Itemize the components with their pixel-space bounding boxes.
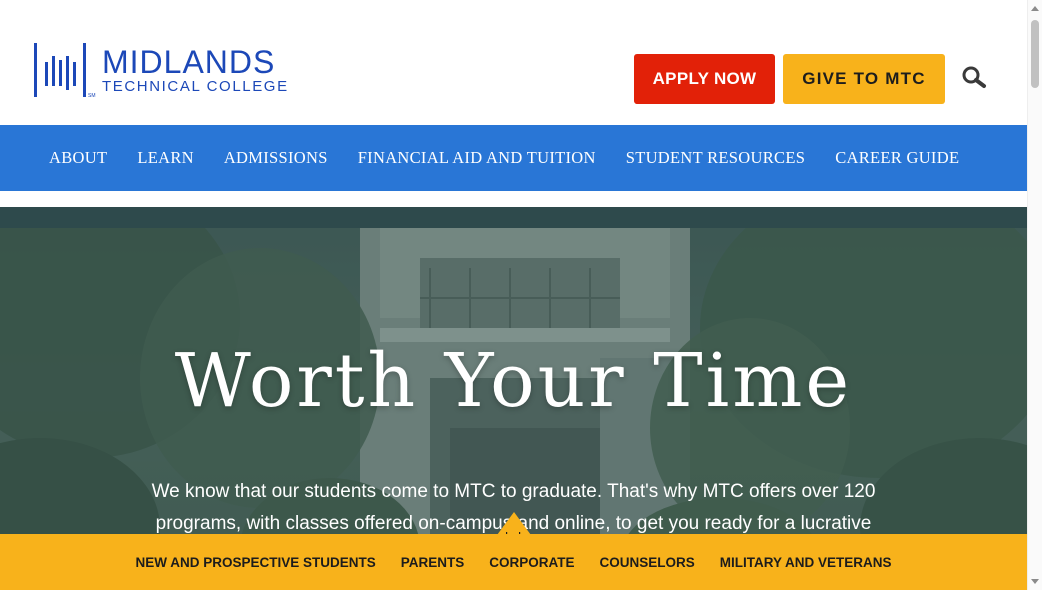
- audience-item-parents[interactable]: PARENTS: [388, 555, 477, 570]
- hero-title: Worth Your Time: [174, 338, 853, 424]
- site-header: SM MIDLANDS TECHNICAL COLLEGE APPLY NOW …: [0, 0, 1027, 125]
- audience-item-new-students[interactable]: NEW AND PROSPECTIVE STUDENTS: [123, 555, 388, 570]
- search-icon[interactable]: [955, 64, 990, 92]
- logo-sub-text: TECHNICAL COLLEGE: [102, 78, 289, 95]
- scrollbar-thumb[interactable]: [1031, 20, 1039, 88]
- site-logo[interactable]: SM MIDLANDS TECHNICAL COLLEGE: [33, 42, 289, 98]
- apply-now-button[interactable]: APPLY NOW: [634, 54, 775, 104]
- hero-top-strip: [0, 207, 1027, 228]
- svg-text:SM: SM: [88, 93, 96, 98]
- logo-text: MIDLANDS TECHNICAL COLLEGE: [102, 42, 289, 94]
- nav-item-learn[interactable]: LEARN: [122, 148, 209, 168]
- nav-item-admissions[interactable]: ADMISSIONS: [209, 148, 343, 168]
- nav-item-financial-aid[interactable]: FINANCIAL AID AND TUITION: [343, 148, 611, 168]
- nav-item-about[interactable]: ABOUT: [34, 148, 122, 168]
- audience-item-counselors[interactable]: COUNSELORS: [587, 555, 707, 570]
- give-to-mtc-button[interactable]: GIVE TO MTC: [783, 54, 945, 104]
- logo-main-text: MIDLANDS: [102, 44, 276, 80]
- page: SM MIDLANDS TECHNICAL COLLEGE APPLY NOW …: [0, 0, 1027, 590]
- nav-item-career-guide[interactable]: CAREER GUIDE: [820, 148, 974, 168]
- mtc-logo-mark: SM: [34, 43, 96, 98]
- nav-item-student-resources[interactable]: STUDENT RESOURCES: [611, 148, 820, 168]
- audience-bar: NEW AND PROSPECTIVE STUDENTS PARENTS COR…: [0, 534, 1027, 590]
- scroll-up-arrow-icon[interactable]: [1031, 6, 1039, 11]
- audience-item-military[interactable]: MILITARY AND VETERANS: [707, 555, 904, 570]
- audience-item-corporate[interactable]: CORPORATE: [477, 555, 587, 570]
- vertical-scrollbar[interactable]: [1027, 0, 1042, 590]
- main-nav: ABOUT LEARN ADMISSIONS FINANCIAL AID AND…: [0, 125, 1027, 191]
- scroll-down-arrow-icon[interactable]: [1031, 579, 1039, 584]
